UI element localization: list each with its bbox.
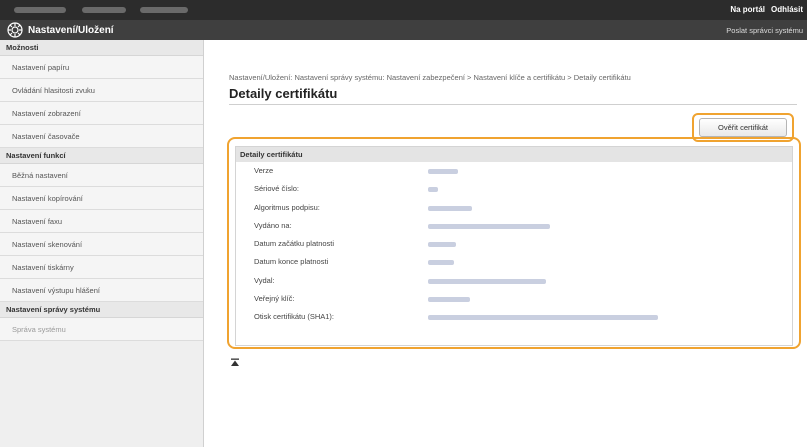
blurred-value [428,297,470,303]
main-content: Nastavení/Uložení: Nastavení správy syst… [205,40,807,447]
sidebar-item-timer[interactable]: Nastavení časovače [0,125,203,148]
sidebar-item-report-output[interactable]: Nastavení výstupu hlášení [0,279,203,302]
sidebar-section-options: Možnosti [0,40,203,56]
detail-label: Datum začátku platnosti [254,239,335,249]
sidebar-item-display[interactable]: Nastavení zobrazení [0,102,203,125]
breadcrumb: Nastavení/Uložení: Nastavení správy syst… [229,73,631,82]
sidebar-item-copy[interactable]: Nastavení kopírování [0,187,203,210]
blurred-value [428,260,454,266]
detail-row: Vydal: [236,272,792,290]
blurred-value [428,205,472,211]
verify-certificate-button[interactable]: Ověřit certifikát [699,118,787,137]
portal-link[interactable]: Na portál [730,5,765,14]
blurred-device-model [82,7,126,13]
title-divider [229,104,797,105]
detail-row: Algoritmus podpisu: [236,199,792,217]
certificate-details-panel: Detaily certifikátu Verze Sériové číslo:… [235,146,793,346]
top-links: Na portál Odhlásit [730,5,803,14]
detail-label: Vydal: [254,275,275,285]
blurred-value [428,242,456,248]
detail-row: Vydáno na: [236,217,792,235]
app-title: Nastavení/Uložení [28,25,114,36]
blurred-device-name [14,7,66,13]
sidebar-section-system: Nastavení správy systému [0,302,203,318]
logout-link[interactable]: Odhlásit [771,5,803,14]
detail-label: Datum konce platnosti [254,257,329,267]
detail-label: Otisk certifikátu (SHA1): [254,312,335,322]
page-title: Detaily certifikátu [229,86,338,101]
sidebar-item-printer[interactable]: Nastavení tiskárny [0,256,203,279]
detail-label: Algoritmus podpisu: [254,202,320,212]
detail-row: Veřejný klíč: [236,290,792,308]
sidebar-item-scan[interactable]: Nastavení skenování [0,233,203,256]
blurred-value [428,223,550,229]
blurred-device-location [140,7,188,13]
detail-row: Datum začátku platnosti [236,235,792,253]
blurred-value [428,187,438,193]
sidebar-item-volume[interactable]: Ovládání hlasitosti zvuku [0,79,203,102]
top-bar: Na portál Odhlásit [0,0,807,20]
blurred-value [428,278,546,284]
detail-row: Sériové číslo: [236,180,792,198]
detail-row: Otisk certifikátu (SHA1): [236,308,792,326]
sidebar: Možnosti Nastavení papíru Ovládání hlasi… [0,40,204,447]
blurred-value [428,169,458,174]
certificate-details-heading: Detaily certifikátu [236,147,792,162]
detail-label: Verze [254,166,274,175]
sidebar-item-paper[interactable]: Nastavení papíru [0,56,203,79]
detail-label: Vydáno na: [254,220,292,230]
title-bar: Nastavení/Uložení Poslat správci systému [0,20,807,40]
detail-row: Verze [236,162,792,180]
scroll-to-top-icon[interactable] [230,358,240,368]
sidebar-item-fax[interactable]: Nastavení faxu [0,210,203,233]
blurred-value [428,315,658,321]
settings-register-icon [7,22,23,38]
detail-row: Datum konce platnosti [236,253,792,271]
detail-label: Veřejný klíč: [254,294,295,304]
sidebar-item-common[interactable]: Běžná nastavení [0,164,203,187]
sidebar-section-function: Nastavení funkcí [0,148,203,164]
send-to-admin-link[interactable]: Poslat správci systému [726,26,803,35]
sidebar-item-system-management[interactable]: Správa systému [0,318,203,341]
detail-label: Sériové číslo: [254,184,300,194]
